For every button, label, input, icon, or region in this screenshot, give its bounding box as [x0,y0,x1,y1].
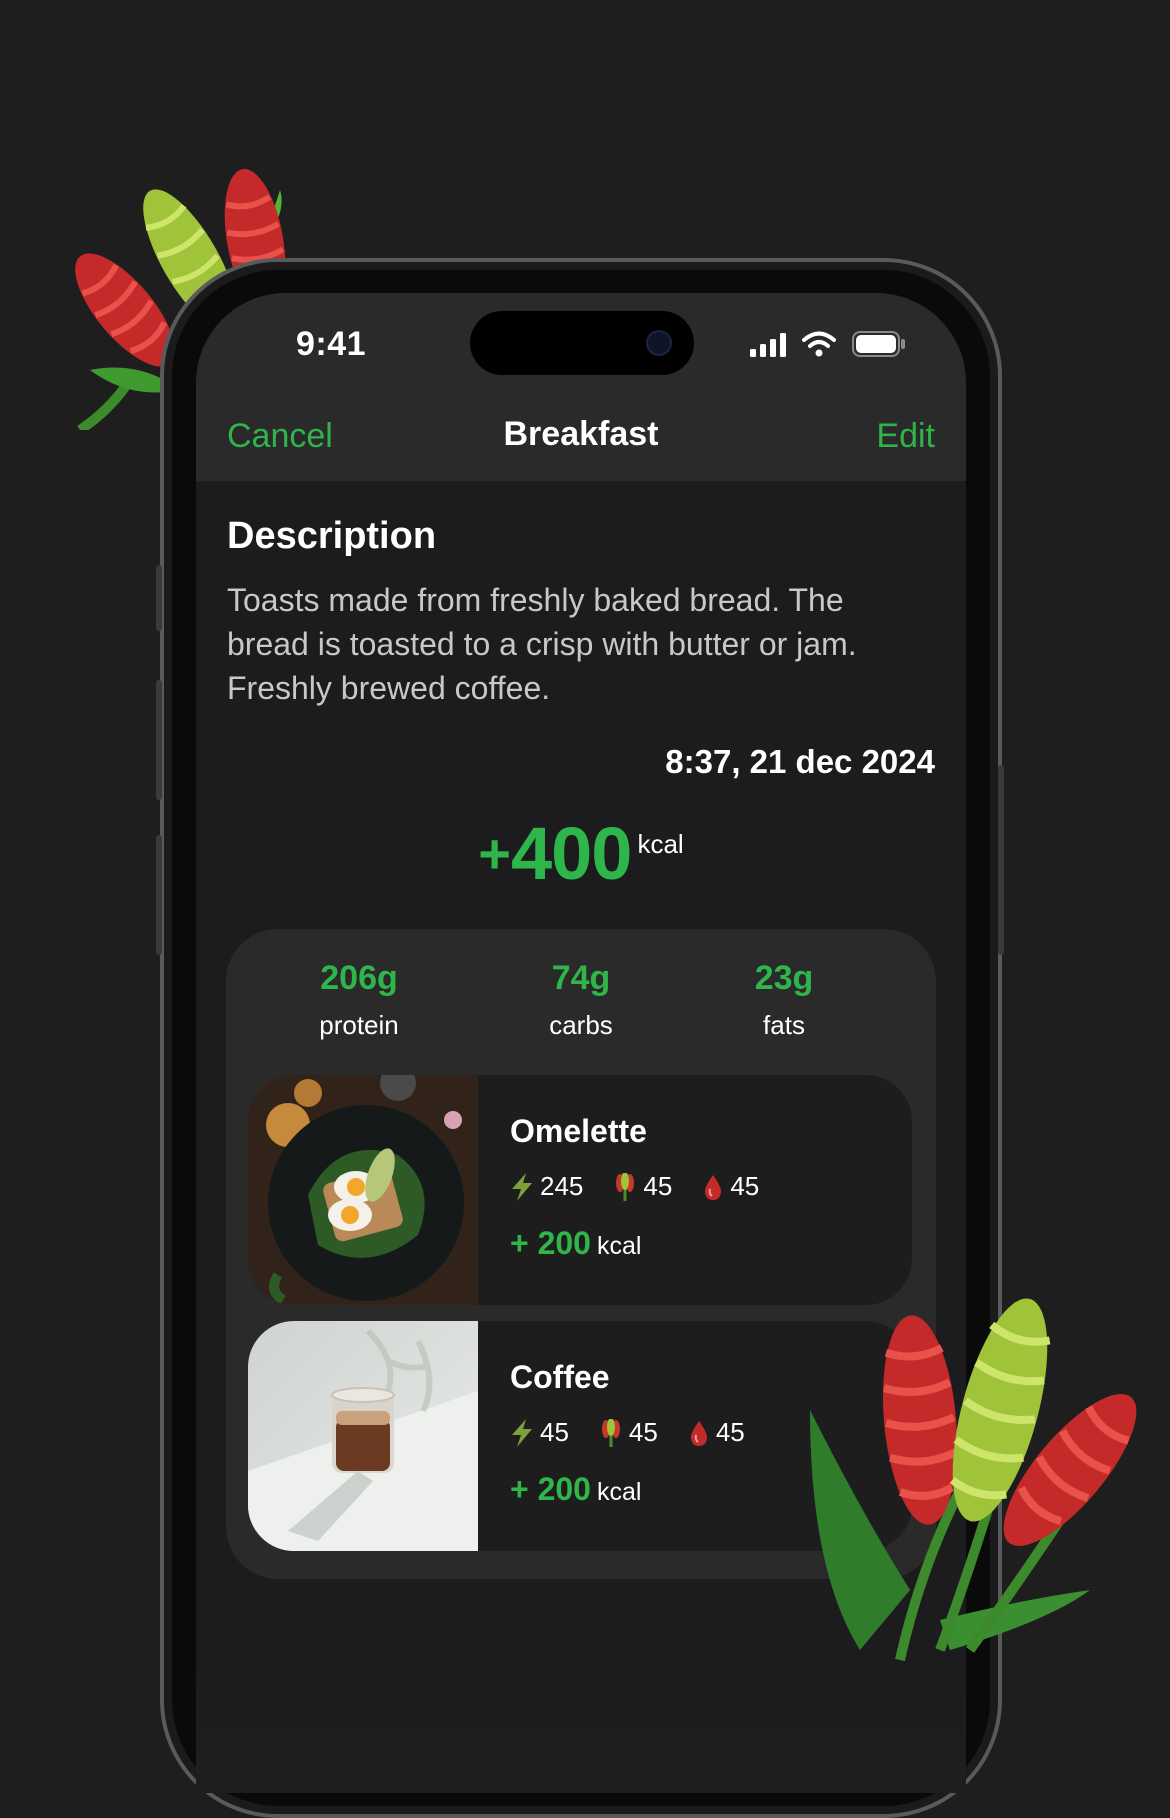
coffee-photo [248,1321,478,1551]
total-calories: +400 kcal [196,811,966,896]
stat-value: 45 [540,1417,569,1447]
kcal-unit: kcal [596,1478,642,1506]
edit-button[interactable]: Edit [876,417,935,456]
food-item-name: Coffee [510,1359,610,1395]
macro-protein: 206g protein [259,959,459,1041]
kcal-value: 200 [537,1471,591,1507]
stat-carbs: 45 [599,1417,658,1448]
food-item-kcal: + 200 kcal [510,1225,641,1262]
macro-fats: 23g fats [684,959,884,1041]
wheat-icon [616,1172,635,1201]
stat-fats: 45 [688,1417,745,1448]
decorative-plant-bottom-right [810,1298,1137,1662]
signal-icon [750,333,786,357]
meal-timestamp: 8:37, 21 dec 2024 [665,743,935,780]
omelette-photo [248,1075,478,1305]
wifi-icon [802,331,836,357]
kcal-plus-sign: + [510,1471,529,1507]
food-item-stats: 45 45 45 [510,1417,775,1448]
food-item-card[interactable]: Omelette 245 45 45 + 200 kcal [248,1075,912,1305]
stat-carbs: 45 [613,1171,672,1202]
phone-side-button [156,565,162,631]
wheat-icon [601,1418,620,1447]
stat-value: 45 [643,1171,673,1201]
stat-value: 45 [628,1417,658,1447]
lightning-icon [512,1418,532,1447]
macro-label: protein [319,1010,399,1040]
lightning-icon [512,1172,532,1201]
food-item-name: Omelette [510,1113,647,1149]
macro-label: carbs [549,1010,613,1040]
kcal-value: 200 [537,1225,591,1261]
kcal-unit: kcal [596,1232,642,1260]
stat-energy: 45 [510,1417,569,1448]
food-item-stats: 245 45 45 [510,1171,789,1202]
description-heading: Description [227,515,437,557]
phone-side-button [998,765,1004,955]
food-item-kcal: + 200 kcal [510,1471,641,1508]
total-kcal-value: 400 [510,812,632,895]
description-text: Toasts made from freshly baked bread. Th… [227,582,857,706]
stat-value: 245 [540,1171,584,1201]
stat-value: 45 [715,1417,745,1447]
total-plus-sign: + [478,822,511,885]
drop-icon [705,1174,722,1200]
kcal-plus-sign: + [510,1225,529,1261]
battery-icon [852,331,905,357]
camera-icon [646,330,672,356]
macro-value: 74g [551,959,611,997]
macro-value: 23g [754,959,814,997]
stat-fats: 45 [702,1171,759,1202]
total-kcal-unit: kcal [637,829,684,859]
macro-carbs: 74g carbs [481,959,681,1041]
phone-side-button [156,680,162,800]
page-title: Breakfast [503,415,659,453]
stat-value: 45 [730,1171,760,1201]
phone-side-button [156,835,162,955]
macro-value: 206g [320,959,398,997]
macro-label: fats [763,1010,805,1040]
status-time: 9:41 [296,325,367,363]
stat-energy: 245 [510,1171,583,1202]
drop-icon [690,1420,707,1446]
